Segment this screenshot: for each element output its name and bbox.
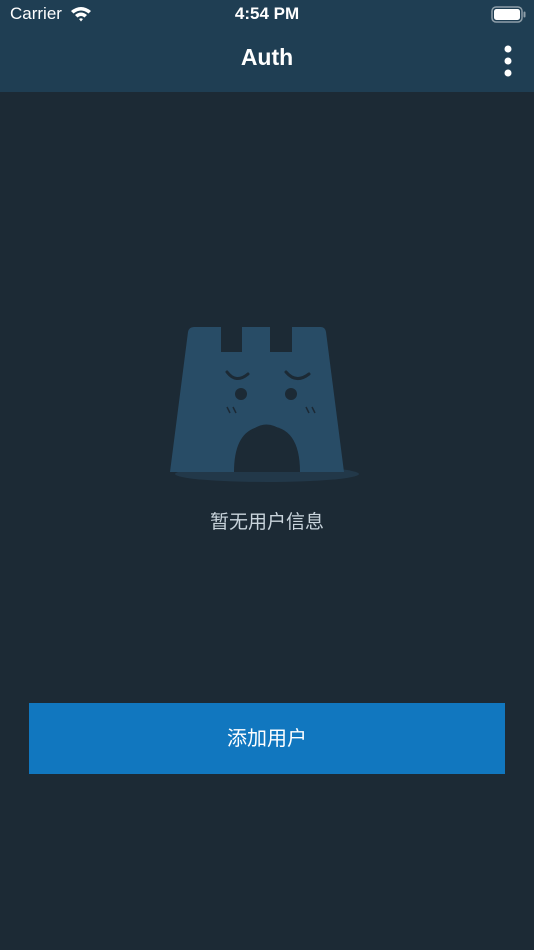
top-bar: Carrier 4:54 PM Auth	[0, 0, 534, 92]
navigation-bar: Auth	[0, 30, 534, 92]
app-screen: Carrier 4:54 PM Auth 暂无用户信息 添加用户	[0, 0, 534, 950]
status-time: 4:54 PM	[234, 4, 300, 23]
sad-castle-icon	[164, 322, 370, 492]
empty-state-message: 暂无用户信息	[209, 511, 324, 533]
add-user-button[interactable]: 添加用户	[29, 703, 505, 774]
page-title: Auth	[240, 44, 294, 70]
battery-icon	[491, 6, 527, 23]
vertical-ellipsis-icon	[504, 45, 512, 77]
status-bar: Carrier 4:54 PM	[0, 0, 534, 30]
more-options-button[interactable]	[490, 40, 526, 82]
